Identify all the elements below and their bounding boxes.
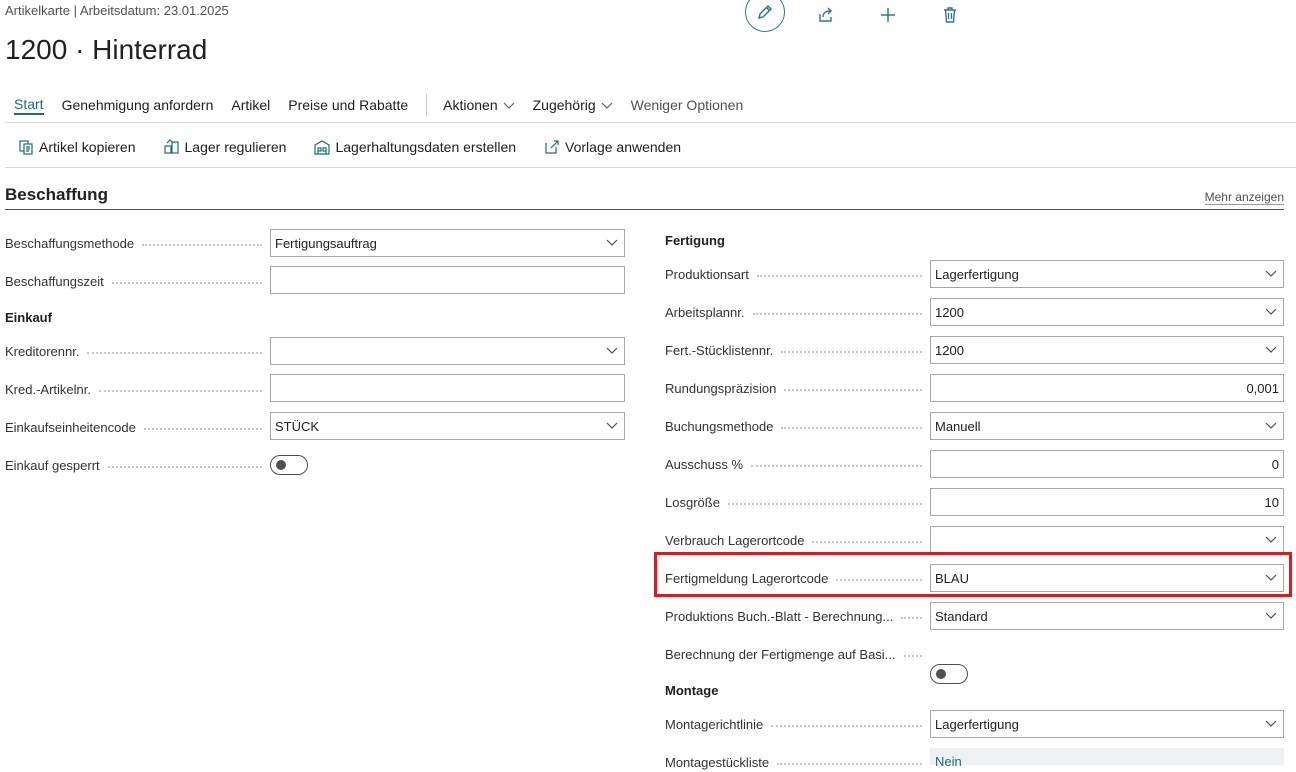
losgroesse-label: Losgröße	[665, 492, 930, 512]
beschaffungsmethode-label: Beschaffungsmethode	[5, 233, 270, 253]
ausschuss-input[interactable]: 0	[930, 450, 1284, 478]
stuecklistennr-select[interactable]: 1200	[930, 336, 1284, 364]
copy-icon	[18, 139, 34, 155]
kreditorennr-label: Kreditorennr.	[5, 341, 270, 361]
chevron-down-icon	[1263, 720, 1279, 728]
produktionsart-select[interactable]: Lagerfertigung	[930, 260, 1284, 288]
chevron-down-icon	[1263, 346, 1279, 354]
weniger-optionen-button[interactable]: Weniger Optionen	[631, 97, 744, 113]
action-artikel[interactable]: Artikel	[231, 97, 270, 113]
chevron-down-icon	[601, 97, 613, 113]
stuecklistennr-label: Fert.-Stücklistennr.	[665, 340, 930, 360]
action-preise-und-rabatte[interactable]: Preise und Rabatte	[288, 97, 408, 113]
edit-button[interactable]	[745, 0, 785, 32]
arbeitsplannr-select[interactable]: 1200	[930, 298, 1284, 326]
artikel-kopieren-label: Artikel kopieren	[39, 139, 136, 155]
section-divider	[5, 209, 1284, 210]
montage-group-title: Montage	[665, 683, 719, 698]
share-button[interactable]	[808, 0, 844, 30]
beschaffungszeit-label: Beschaffungszeit	[5, 271, 270, 291]
chevron-down-icon	[604, 422, 620, 430]
mehr-anzeigen-link[interactable]: Mehr anzeigen	[1204, 190, 1284, 205]
produktionsart-label: Produktionsart	[665, 264, 930, 284]
verbrauch-lagerortcode-label: Verbrauch Lagerortcode	[665, 530, 930, 550]
einkaufseinheitencode-label: Einkaufseinheitencode	[5, 417, 270, 437]
lager-regulieren-label: Lager regulieren	[184, 139, 287, 155]
chevron-down-icon	[604, 239, 620, 247]
toggle-knob	[936, 669, 946, 679]
page-title: 1200 · Hinterrad	[5, 34, 208, 65]
add-button[interactable]	[870, 0, 906, 30]
chevron-down-icon	[604, 347, 620, 355]
tab-start[interactable]: Start	[14, 96, 44, 115]
berechnung-fertigmenge-label: Berechnung der Fertigmenge auf Basi...	[665, 644, 930, 664]
kreditorennr-select[interactable]	[270, 337, 625, 365]
buchungsmethode-label: Buchungsmethode	[665, 416, 930, 436]
menu-aktionen[interactable]: Aktionen	[443, 97, 515, 113]
highlight-box	[654, 552, 1292, 597]
rundungspraezision-input[interactable]: 0,001	[930, 374, 1284, 402]
lagerhaltungsdaten-erstellen-label: Lagerhaltungsdaten erstellen	[335, 139, 517, 155]
prod-buchblatt-select[interactable]: Standard	[930, 602, 1284, 630]
beschaffungsmethode-select[interactable]: Fertigungsauftrag	[270, 229, 625, 257]
chevron-down-icon	[1263, 612, 1279, 620]
menu-zugehoerig[interactable]: Zugehörig	[533, 97, 613, 113]
montagerichtlinie-select[interactable]: Lagerfertigung	[930, 710, 1284, 738]
einkauf-gesperrt-toggle[interactable]	[270, 455, 308, 475]
buchungsmethode-select[interactable]: Manuell	[930, 412, 1284, 440]
chevron-down-icon	[1263, 422, 1279, 430]
rundungspraezision-label: Rundungspräzision	[665, 378, 930, 398]
berechnung-fertigmenge-toggle[interactable]	[930, 664, 968, 684]
toggle-knob	[276, 460, 286, 470]
vorlage-anwenden-button[interactable]: Vorlage anwenden	[544, 139, 681, 155]
action-separator	[426, 94, 428, 116]
chevron-down-icon	[503, 97, 515, 113]
divider	[5, 167, 1296, 168]
delete-icon	[944, 7, 956, 23]
lagerhaltungsdaten-erstellen-button[interactable]: Lagerhaltungsdaten erstellen	[314, 139, 516, 155]
action-genehmigung-anfordern[interactable]: Genehmigung anfordern	[62, 97, 214, 113]
delete-button[interactable]	[932, 0, 968, 30]
warehouse-icon	[314, 139, 331, 155]
montagestueckliste-field[interactable]: Nein	[930, 748, 1284, 769]
artikel-kopieren-button[interactable]: Artikel kopieren	[18, 139, 136, 155]
chevron-down-icon	[1263, 536, 1279, 544]
kred-artikelnr-input[interactable]	[270, 374, 625, 402]
lager-regulieren-button[interactable]: Lager regulieren	[163, 139, 287, 155]
ausschuss-label: Ausschuss %	[665, 454, 930, 474]
einkauf-gesperrt-label: Einkauf gesperrt	[5, 455, 270, 475]
breadcrumb: Artikelkarte | Arbeitsdatum: 23.01.2025	[5, 3, 229, 18]
add-icon	[881, 8, 895, 22]
menu-aktionen-label: Aktionen	[443, 97, 498, 113]
chevron-down-icon	[1263, 270, 1279, 278]
divider	[5, 122, 1296, 123]
edit-icon	[757, 4, 773, 20]
prod-buchblatt-label: Produktions Buch.-Blatt - Berechnung...	[665, 606, 930, 626]
inventory-adjust-icon	[163, 139, 180, 155]
montagerichtlinie-label: Montagerichtlinie	[665, 714, 930, 734]
kred-artikelnr-label: Kred.-Artikelnr.	[5, 379, 270, 399]
fertigung-group-title: Fertigung	[665, 233, 725, 248]
losgroesse-input[interactable]: 10	[930, 488, 1284, 516]
arbeitsplannr-label: Arbeitsplannr.	[665, 302, 930, 322]
section-title[interactable]: Beschaffung	[5, 185, 108, 205]
sub-action-bar: Artikel kopieren Lager regulieren Lagerh…	[18, 137, 709, 157]
vorlage-anwenden-label: Vorlage anwenden	[565, 139, 682, 155]
template-icon	[544, 139, 560, 155]
einkaufseinheitencode-select[interactable]: STÜCK	[270, 412, 625, 440]
action-bar: Start Genehmigung anfordern Artikel Prei…	[14, 94, 761, 116]
share-icon	[819, 7, 832, 22]
beschaffungszeit-input[interactable]	[270, 266, 625, 294]
einkauf-group-title: Einkauf	[5, 310, 52, 325]
menu-zugehoerig-label: Zugehörig	[532, 97, 596, 113]
montagestueckliste-label: Montagestückliste	[665, 752, 930, 772]
verbrauch-lagerortcode-select[interactable]	[930, 526, 1284, 554]
chevron-down-icon	[1263, 308, 1279, 316]
